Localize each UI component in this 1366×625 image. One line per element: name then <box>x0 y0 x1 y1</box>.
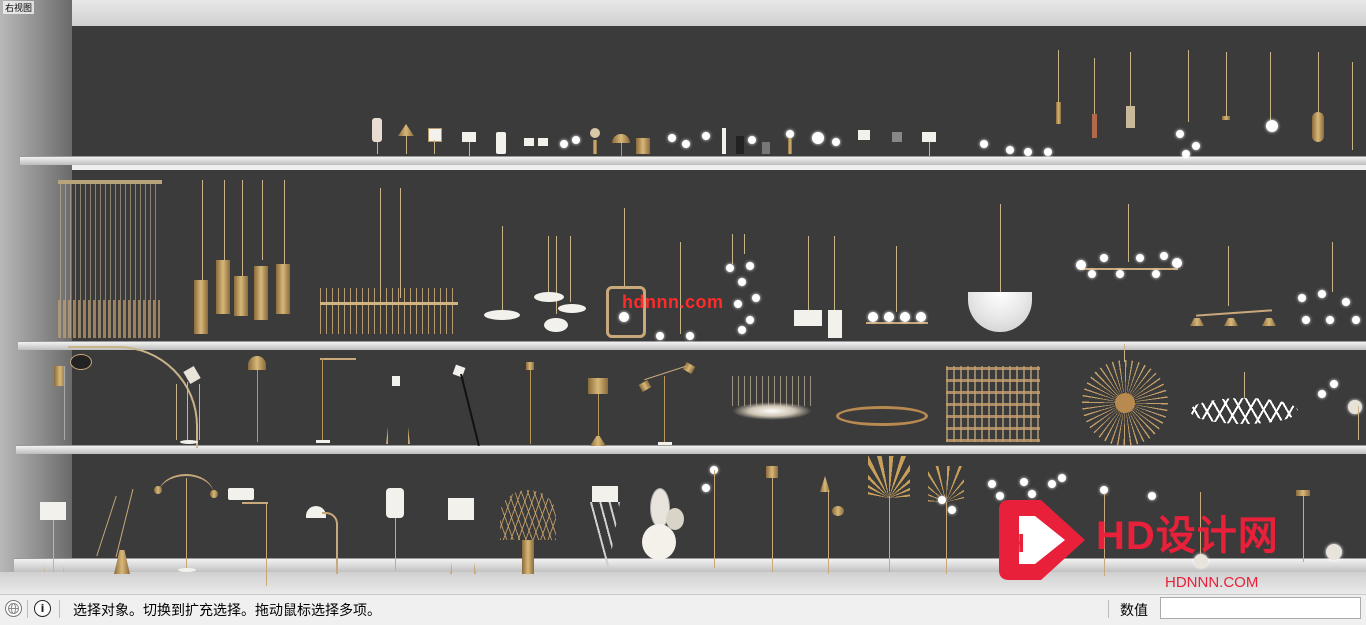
info-icon[interactable]: i <box>34 600 51 617</box>
crystal-ring-chandelier[interactable] <box>732 376 812 422</box>
shelf-row-1 <box>72 26 1366 156</box>
tiered-crystal-chandelier[interactable] <box>946 366 1040 442</box>
3d-viewport[interactable]: 右视图 hdnnn.com H HD设计网 HDNNN.COM <box>0 0 1366 594</box>
shelf-edge-2 <box>18 341 1366 350</box>
crystal-curtain-chandelier[interactable] <box>58 180 162 338</box>
hd-logo-url: HDNNN.COM <box>1165 574 1259 591</box>
measurements-label: 数值 <box>1120 603 1148 619</box>
globe-icon[interactable] <box>5 600 22 617</box>
globe-icon-shape <box>8 603 19 614</box>
hd-logo-letter: H <box>1006 528 1025 558</box>
shelf-row-3 <box>72 345 1366 445</box>
linear-crystal-chandelier[interactable] <box>320 188 458 334</box>
watermark-text: hdnnn.com <box>622 292 724 312</box>
hd-logo-icon: H <box>999 500 1085 580</box>
status-separator <box>59 600 60 618</box>
hd-logo-wordmark: HD设计网 <box>1096 514 1279 558</box>
measurements-input[interactable] <box>1160 597 1361 619</box>
shelf-edge-3 <box>16 445 1366 454</box>
status-separator <box>27 600 28 618</box>
view-name-label: 右视图 <box>3 1 35 14</box>
status-message: 选择对象。切换到扩充选择。拖动鼠标选择多项。 <box>73 603 381 619</box>
shelf-top-edge <box>40 0 1366 26</box>
shelf-edge-1 <box>20 156 1366 165</box>
tube-pendant-cluster[interactable] <box>190 180 296 334</box>
floor-strip <box>0 572 1366 594</box>
status-bar: i 选择对象。切换到扩充选择。拖动鼠标选择多项。 数值 <box>0 594 1366 625</box>
status-separator <box>1108 600 1109 618</box>
